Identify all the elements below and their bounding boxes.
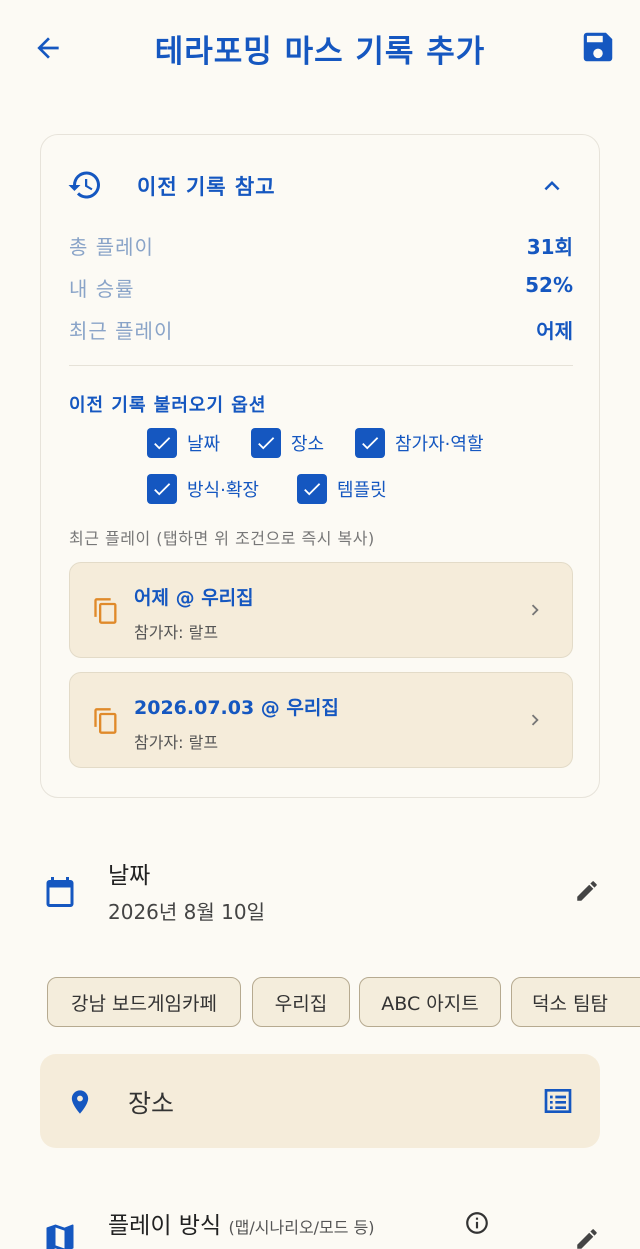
page-title: 테라포밍 마스 기록 추가 <box>154 34 486 70</box>
play-mode-field[interactable]: 플레이 방식 (맵/시나리오/모드 등) <box>0 1200 640 1249</box>
place-chip[interactable]: ABC 아지트 <box>359 977 501 1027</box>
stat-value: 52% <box>525 273 573 297</box>
info-icon[interactable] <box>464 1210 490 1236</box>
recent-play-title: 어제 @ 우리집 <box>134 587 254 609</box>
play-mode-hint: (맵/시나리오/모드 등) <box>228 1218 375 1237</box>
date-label: 날짜 <box>108 863 151 889</box>
stat-value: 어제 <box>536 319 573 343</box>
option-date-checkbox[interactable]: 날짜 <box>147 427 220 459</box>
place-placeholder: 장소 <box>128 1089 175 1118</box>
history-card-header[interactable]: 이전 기록 참고 <box>41 163 599 209</box>
checkbox-checked-icon <box>147 428 177 458</box>
copy-icon <box>94 598 117 624</box>
history-reference-card: 이전 기록 참고 총 플레이 31회 내 승률 52% 최근 플레이 어제 이전… <box>40 134 600 798</box>
place-input[interactable]: 장소 <box>40 1054 600 1148</box>
play-mode-label-wrap: 플레이 방식 (맵/시나리오/모드 등) <box>108 1206 375 1240</box>
chevron-right-icon <box>531 604 539 616</box>
place-chip[interactable]: 강남 보드게임카페 <box>47 977 241 1027</box>
place-chip-list: 강남 보드게임카페 우리집 ABC 아지트 덕소 팀탐 <box>0 977 640 1029</box>
stat-label: 내 승률 <box>69 277 135 301</box>
load-options-title: 이전 기록 불러오기 옵션 <box>69 395 267 416</box>
date-value: 2026년 8월 10일 <box>108 900 265 924</box>
copy-icon <box>94 708 117 734</box>
recent-play-title: 2026.07.03 @ 우리집 <box>134 697 339 719</box>
history-icon <box>68 171 100 199</box>
place-chip[interactable]: 우리집 <box>252 977 350 1027</box>
recent-plays-caption: 최근 플레이 (탭하면 위 조건으로 즉시 복사) <box>69 529 375 548</box>
save-button[interactable] <box>578 27 618 67</box>
stat-last-played: 최근 플레이 어제 <box>69 315 573 345</box>
calendar-icon <box>46 877 74 907</box>
checkbox-label: 날짜 <box>187 434 221 455</box>
option-place-checkbox[interactable]: 장소 <box>251 427 324 459</box>
edit-icon[interactable] <box>574 878 600 904</box>
checkbox-label: 방식·확장 <box>187 480 259 501</box>
play-mode-label: 플레이 방식 <box>108 1213 222 1239</box>
checkbox-checked-icon <box>251 428 281 458</box>
divider <box>69 365 573 366</box>
recent-play-item[interactable]: 2026.07.03 @ 우리집 참가자: 랄프 <box>69 672 573 768</box>
checkbox-label: 템플릿 <box>337 480 387 501</box>
edit-icon[interactable] <box>574 1226 600 1249</box>
stat-value: 31회 <box>526 235 573 259</box>
recent-play-item[interactable]: 어제 @ 우리집 참가자: 랄프 <box>69 562 573 658</box>
date-field[interactable]: 날짜 2026년 8월 10일 <box>0 850 640 930</box>
stat-win-rate: 내 승률 52% <box>69 273 573 303</box>
list-icon[interactable] <box>542 1085 574 1117</box>
checkbox-label: 참가자·역할 <box>395 434 484 455</box>
checkbox-checked-icon <box>147 474 177 504</box>
history-card-title: 이전 기록 참고 <box>137 175 276 199</box>
map-icon <box>46 1224 74 1249</box>
location-pin-icon <box>71 1090 89 1114</box>
stat-total-plays: 총 플레이 31회 <box>69 231 573 261</box>
stat-label: 최근 플레이 <box>69 319 174 343</box>
option-template-checkbox[interactable]: 템플릿 <box>297 473 387 505</box>
recent-play-participants: 참가자: 랄프 <box>134 733 219 752</box>
app-bar: 테라포밍 마스 기록 추가 <box>0 0 640 96</box>
save-icon <box>583 32 613 62</box>
checkbox-label: 장소 <box>291 434 325 455</box>
place-chip[interactable]: 덕소 팀탐 <box>511 977 640 1027</box>
option-participants-checkbox[interactable]: 참가자·역할 <box>355 427 484 459</box>
chevron-up-icon[interactable] <box>537 171 567 201</box>
stat-label: 총 플레이 <box>69 235 154 259</box>
checkbox-checked-icon <box>297 474 327 504</box>
recent-play-participants: 참가자: 랄프 <box>134 623 219 642</box>
option-mode-checkbox[interactable]: 방식·확장 <box>147 473 259 505</box>
checkbox-checked-icon <box>355 428 385 458</box>
chevron-right-icon <box>531 714 539 726</box>
